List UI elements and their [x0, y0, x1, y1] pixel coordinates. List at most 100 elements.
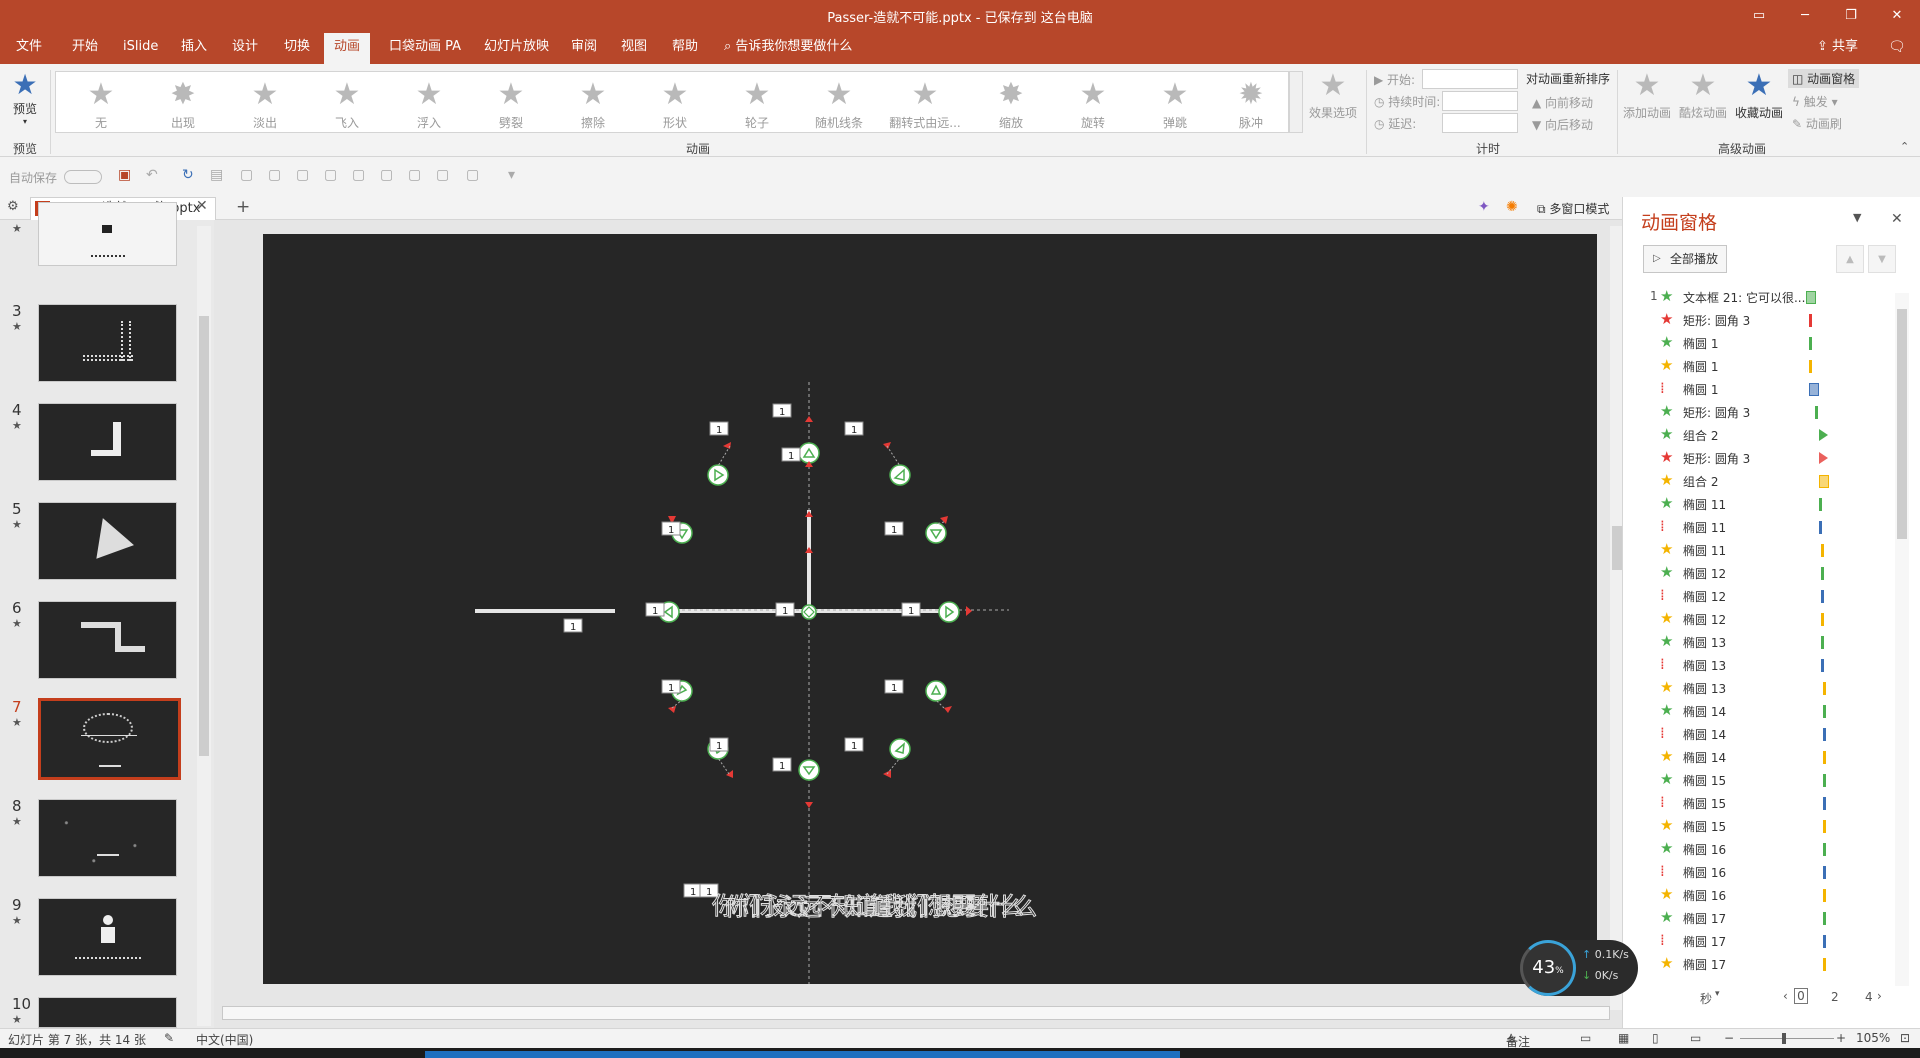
scrollbar-thumb[interactable] — [1612, 526, 1622, 570]
timeline-right-icon[interactable]: › — [1877, 989, 1882, 1003]
animation-list-item[interactable]: ★ 椭圆 12 — [1623, 562, 1905, 585]
animation-list-item[interactable]: ★ 组合 2 — [1623, 424, 1905, 447]
tool-icon[interactable]: ▢ — [240, 167, 253, 183]
animation-list-item[interactable]: ⁞ 椭圆 12 — [1623, 585, 1905, 608]
animation-list-item[interactable]: 1 ★ 文本框 21: 它可以很... — [1623, 286, 1905, 309]
redo-icon[interactable]: ↻ — [182, 167, 194, 183]
animation-list-item[interactable]: ★ 椭圆 12 — [1623, 608, 1905, 631]
add-animation-button[interactable]: ★ 添加动画 — [1620, 68, 1674, 121]
tool-icon[interactable]: ▢ — [380, 167, 393, 183]
timing-bar[interactable] — [1809, 314, 1812, 327]
slide-thumbnail-9[interactable] — [38, 898, 177, 976]
animation-list-item[interactable]: ★ 椭圆 17 — [1623, 953, 1905, 976]
collapse-ribbon-icon[interactable]: ⌃ — [1900, 140, 1909, 153]
timing-bar[interactable] — [1823, 682, 1826, 695]
autosave-toggle[interactable] — [64, 170, 102, 184]
timing-bar[interactable] — [1819, 429, 1828, 441]
animation-list-item[interactable]: ⁞ 椭圆 17 — [1623, 930, 1905, 953]
save-icon[interactable]: ▣ — [118, 167, 131, 183]
anim-float-in[interactable]: ★ 浮入 — [389, 72, 469, 134]
tab-insert[interactable]: 插入 — [171, 30, 217, 64]
timing-bar[interactable] — [1821, 544, 1824, 557]
restore-button[interactable]: ❐ — [1828, 0, 1874, 30]
tool-icon[interactable]: ▢ — [352, 167, 365, 183]
anim-pulse[interactable]: ✹ 脉冲 — [1217, 72, 1285, 134]
timing-bar[interactable] — [1809, 337, 1812, 350]
tab-pocket-animation[interactable]: 口袋动画 PA — [379, 30, 471, 64]
timing-bar[interactable] — [1823, 774, 1826, 787]
preview-button[interactable]: ★ 预览 ▾ — [8, 70, 42, 127]
trigger-button[interactable]: ϟ 触发 ▾ — [1792, 93, 1838, 110]
cool-animation-button[interactable]: ★ 酷炫动画 — [1676, 68, 1730, 121]
tab-home[interactable]: 开始 — [62, 30, 108, 64]
timing-bar[interactable] — [1823, 797, 1826, 810]
pane-options-icon[interactable]: ▼ — [1853, 211, 1861, 224]
start-select[interactable] — [1422, 69, 1518, 89]
timing-bar[interactable] — [1823, 935, 1826, 948]
favorite-animation-button[interactable]: ★ 收藏动画 — [1732, 68, 1786, 121]
gear-icon[interactable]: ✺ — [1506, 199, 1518, 215]
animation-list-item[interactable]: ★ 椭圆 11 — [1623, 493, 1905, 516]
animation-list-item[interactable]: ⁞ 椭圆 11 — [1623, 516, 1905, 539]
anim-fly-in[interactable]: ★ 飞入 — [307, 72, 387, 134]
close-button[interactable]: ✕ — [1874, 0, 1920, 30]
tab-help[interactable]: 帮助 — [662, 30, 708, 64]
zoom-slider-handle[interactable] — [1782, 1033, 1786, 1044]
editor-horizontal-scrollbar[interactable] — [222, 1006, 1610, 1020]
move-earlier-button[interactable]: ▲ 向前移动 — [1532, 94, 1593, 111]
close-tab-icon[interactable]: ✕ — [196, 198, 208, 214]
slide-thumbnail-4[interactable] — [38, 403, 177, 481]
timing-bar[interactable] — [1819, 452, 1828, 464]
tab-design[interactable]: 设计 — [222, 30, 268, 64]
timing-bar[interactable] — [1821, 567, 1824, 580]
zoom-in-button[interactable]: + — [1836, 1031, 1846, 1045]
timing-bar[interactable] — [1819, 521, 1822, 534]
animation-list-item[interactable]: ★ 椭圆 16 — [1623, 884, 1905, 907]
anim-split[interactable]: ★ 劈裂 — [471, 72, 551, 134]
animation-list-item[interactable]: ⁞ 椭圆 13 — [1623, 654, 1905, 677]
sorter-view-icon[interactable]: ▦ — [1618, 1031, 1629, 1045]
tab-islide[interactable]: iSlide — [113, 30, 168, 64]
thumbnails-scrollbar[interactable] — [197, 226, 211, 1026]
zoom-level[interactable]: 105% — [1856, 1031, 1890, 1045]
anim-zoom[interactable]: ✸ 缩放 — [971, 72, 1051, 134]
timeline-unit[interactable]: 秒 — [1700, 990, 1712, 1007]
timing-bar[interactable] — [1821, 590, 1824, 603]
animation-list-item[interactable]: ★ 矩形: 圆角 3 — [1623, 401, 1905, 424]
slide-thumbnail-3[interactable] — [38, 304, 177, 382]
tab-slideshow[interactable]: 幻灯片放映 — [474, 30, 559, 64]
tab-review[interactable]: 审阅 — [561, 30, 607, 64]
scrollbar-thumb[interactable] — [199, 316, 209, 756]
tool-icon[interactable]: ▢ — [324, 167, 337, 183]
timing-bar[interactable] — [1823, 820, 1826, 833]
tool-icon[interactable]: ▢ — [296, 167, 309, 183]
timing-bar[interactable] — [1809, 360, 1812, 373]
timing-bar[interactable] — [1821, 636, 1824, 649]
anim-wheel[interactable]: ★ 轮子 — [717, 72, 797, 134]
new-tab-icon[interactable]: + — [236, 197, 250, 217]
anim-wipe[interactable]: ★ 擦除 — [553, 72, 633, 134]
duration-field[interactable] — [1442, 91, 1518, 111]
timing-bar[interactable] — [1823, 728, 1826, 741]
move-up-button[interactable]: ▲ — [1836, 245, 1864, 273]
reading-view-icon[interactable]: ▯ — [1652, 1031, 1659, 1045]
animation-list-item[interactable]: ★ 椭圆 11 — [1623, 539, 1905, 562]
animation-list-scrollbar[interactable] — [1895, 293, 1909, 986]
move-later-button[interactable]: ▼ 向后移动 — [1532, 116, 1593, 133]
anim-swivel[interactable]: ★ 旋转 — [1053, 72, 1133, 134]
timing-bar[interactable] — [1823, 751, 1826, 764]
slideshow-icon[interactable]: ▤ — [210, 167, 223, 183]
network-monitor-widget[interactable]: 43% ↑ 0.1K/s ↓ 0K/s — [1520, 940, 1638, 996]
sparkle-icon[interactable]: ✦ — [1478, 199, 1490, 215]
animation-list-item[interactable]: ★ 椭圆 1 — [1623, 355, 1905, 378]
tool-icon[interactable]: ▢ — [466, 167, 479, 183]
anim-shape[interactable]: ★ 形状 — [635, 72, 715, 134]
anim-random-bars[interactable]: ★ 随机线条 — [799, 72, 879, 134]
tab-view[interactable]: 视图 — [611, 30, 657, 64]
animation-list-item[interactable]: ★ 矩形: 圆角 3 — [1623, 447, 1905, 470]
animation-list-item[interactable]: ⁞ 椭圆 14 — [1623, 723, 1905, 746]
ribbon-display-icon[interactable]: ▭ — [1736, 0, 1782, 30]
delay-field[interactable] — [1442, 113, 1518, 133]
timing-bar[interactable] — [1819, 475, 1829, 488]
slide-thumbnail-10[interactable] — [38, 997, 177, 1028]
